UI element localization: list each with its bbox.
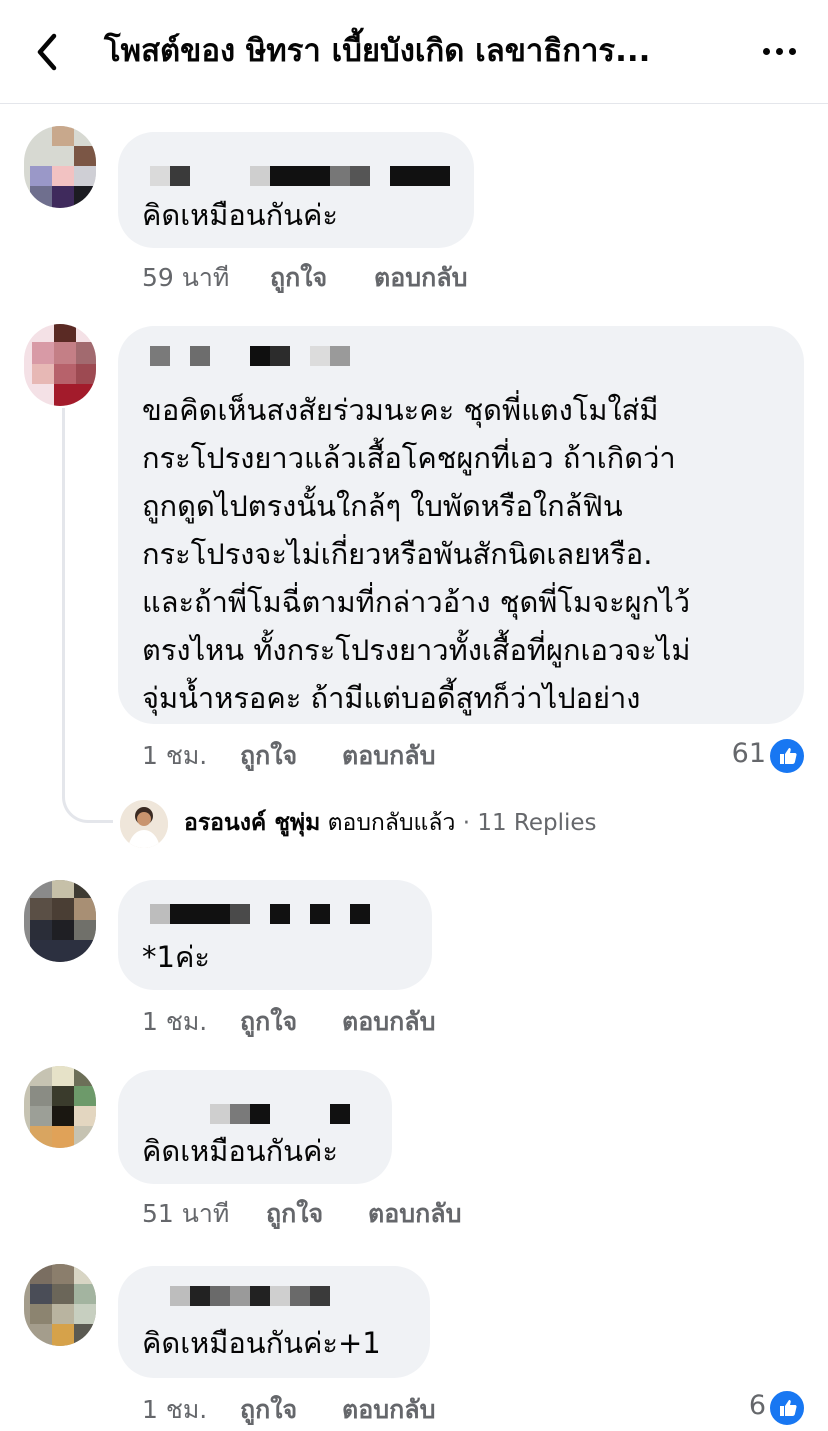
reply-button[interactable]: ตอบกลับ bbox=[342, 738, 435, 774]
reaction-summary[interactable]: 6 bbox=[700, 1388, 806, 1427]
reply-button[interactable]: ตอบกลับ bbox=[374, 260, 467, 296]
reply-author: อรอนงค์ ชูพุ่ม bbox=[184, 810, 321, 836]
page-title: โพสต์ของ ษิทรา เบี้ยบังเกิด เลขาธิการ... bbox=[104, 33, 651, 69]
avatar[interactable] bbox=[24, 324, 96, 406]
comment-bubble[interactable]: คิดเหมือนกันค่ะ bbox=[118, 132, 474, 248]
comment-time: 1 ชม. bbox=[142, 1395, 208, 1424]
comment-meta: 1 ชม. ถูกใจ ตอบกลับ bbox=[142, 1004, 542, 1040]
like-button[interactable]: ถูกใจ bbox=[270, 260, 327, 296]
comment-time: 51 นาที bbox=[142, 1199, 230, 1228]
avatar[interactable] bbox=[120, 800, 168, 848]
commenter-name-redacted bbox=[150, 1286, 360, 1306]
reply-thread-line bbox=[62, 408, 113, 823]
comment-time: 1 ชม. bbox=[142, 1007, 208, 1036]
commenter-name-redacted bbox=[150, 1104, 360, 1124]
like-button[interactable]: ถูกใจ bbox=[266, 1196, 323, 1232]
reply-action-text: ตอบกลับแล้ว bbox=[327, 810, 456, 836]
top-bar: โพสต์ของ ษิทรา เบี้ยบังเกิด เลขาธิการ... bbox=[0, 0, 828, 104]
chevron-left-icon[interactable] bbox=[30, 32, 66, 72]
commenter-name-redacted bbox=[150, 166, 460, 186]
like-button[interactable]: ถูกใจ bbox=[240, 738, 297, 774]
comment-text: คิดเหมือนกันค่ะ bbox=[142, 1134, 338, 1168]
avatar[interactable] bbox=[24, 1066, 96, 1148]
reply-button[interactable]: ตอบกลับ bbox=[342, 1392, 435, 1428]
thumbs-up-icon bbox=[768, 737, 806, 775]
reply-count: · 11 Replies bbox=[462, 810, 597, 836]
thumbs-up-icon bbox=[768, 1389, 806, 1427]
comment-text: คิดเหมือนกันค่ะ bbox=[142, 198, 338, 232]
reaction-count: 6 bbox=[748, 1390, 766, 1421]
reaction-count: 61 bbox=[731, 738, 766, 769]
comment-time: 1 ชม. bbox=[142, 741, 208, 770]
comment-bubble[interactable]: คิดเหมือนกันค่ะ+1 bbox=[118, 1266, 430, 1378]
commenter-name-redacted bbox=[150, 346, 360, 366]
comment-meta: 59 นาที ถูกใจ ตอบกลับ bbox=[142, 260, 542, 296]
avatar[interactable] bbox=[24, 880, 96, 962]
reply-button[interactable]: ตอบกลับ bbox=[368, 1196, 461, 1232]
avatar[interactable] bbox=[24, 126, 96, 208]
comment-meta: 1 ชม. ถูกใจ ตอบกลับ bbox=[142, 738, 542, 774]
commenter-name-redacted bbox=[150, 904, 380, 924]
reaction-summary[interactable]: 61 bbox=[700, 736, 806, 775]
like-button[interactable]: ถูกใจ bbox=[240, 1392, 297, 1428]
comment-bubble[interactable]: ขอคิดเห็นสงสัยร่วมนะคะ ชุดพี่แตงโมใส่มี … bbox=[118, 326, 804, 724]
comment-meta: 1 ชม. ถูกใจ ตอบกลับ bbox=[142, 1392, 542, 1428]
more-horizontal-icon[interactable] bbox=[760, 42, 800, 62]
comment-text: คิดเหมือนกันค่ะ+1 bbox=[142, 1326, 381, 1360]
comment-bubble[interactable]: คิดเหมือนกันค่ะ bbox=[118, 1070, 392, 1184]
reply-preview[interactable]: อรอนงค์ ชูพุ่ม ตอบกลับแล้ว · 11 Replies bbox=[184, 805, 597, 841]
comment-text: *1ค่ะ bbox=[142, 940, 210, 974]
comment-bubble[interactable]: *1ค่ะ bbox=[118, 880, 432, 990]
comment-text: ขอคิดเห็นสงสัยร่วมนะคะ ชุดพี่แตงโมใส่มี … bbox=[142, 393, 691, 715]
reply-button[interactable]: ตอบกลับ bbox=[342, 1004, 435, 1040]
like-button[interactable]: ถูกใจ bbox=[240, 1004, 297, 1040]
comment-time: 59 นาที bbox=[142, 263, 230, 292]
avatar[interactable] bbox=[24, 1264, 96, 1346]
comment-meta: 51 นาที ถูกใจ ตอบกลับ bbox=[142, 1196, 542, 1232]
